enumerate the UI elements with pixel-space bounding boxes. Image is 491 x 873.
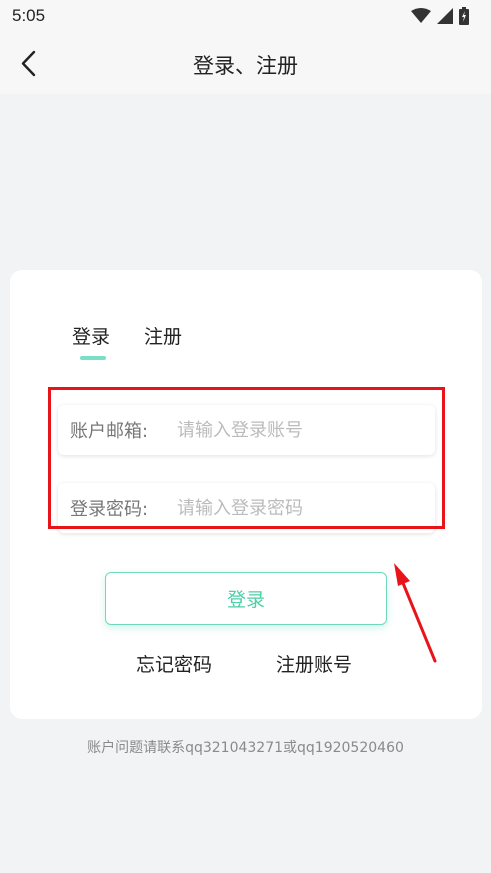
- password-label: 登录密码:: [70, 499, 149, 520]
- support-contact-note: 账户问题请联系qq321043271或qq1920520460: [87, 740, 404, 756]
- tab-register[interactable]: 注册: [144, 322, 182, 349]
- status-time: 5:05: [12, 6, 46, 25]
- status-icons: [411, 7, 469, 25]
- page-title: 登录、注册: [193, 54, 298, 78]
- password-field-row: 登录密码:: [58, 483, 435, 533]
- battery-icon: [459, 7, 469, 25]
- login-card: 登录 注册 账户邮箱: 登录密码: 登录 忘记密码 注册账号: [10, 270, 482, 719]
- tab-login[interactable]: 登录: [72, 322, 110, 349]
- signal-icon: [437, 8, 453, 24]
- email-input[interactable]: [177, 419, 417, 441]
- forgot-password-link[interactable]: 忘记密码: [136, 650, 212, 677]
- wifi-icon: [411, 8, 431, 23]
- email-label: 账户邮箱:: [70, 421, 149, 442]
- register-account-link[interactable]: 注册账号: [276, 650, 352, 677]
- tab-active-indicator: [80, 356, 106, 360]
- nav-bar: 登录、注册: [0, 34, 491, 94]
- status-bar: 5:05: [0, 0, 491, 34]
- password-input[interactable]: [177, 497, 417, 519]
- login-button[interactable]: 登录: [105, 572, 387, 625]
- email-field-row: 账户邮箱:: [58, 405, 435, 455]
